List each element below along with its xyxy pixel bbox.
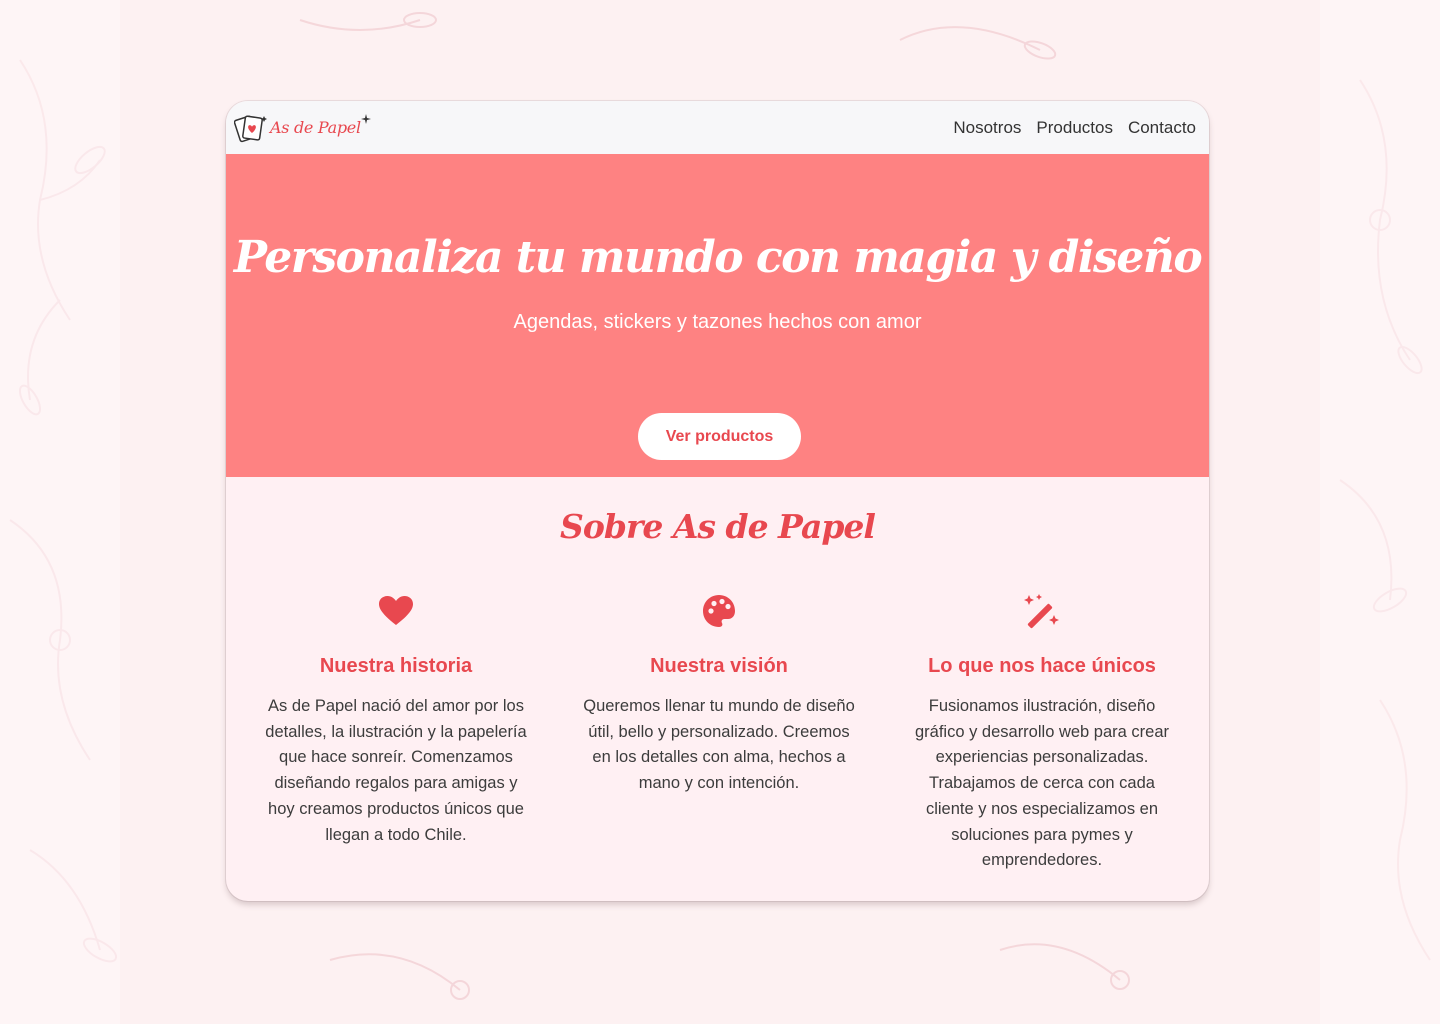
website-preview-card: As de Papel Nosotros Productos Contacto … (226, 101, 1209, 901)
feature-unique: Lo que nos hace únicos Fusionamos ilustr… (906, 591, 1178, 874)
nav-link-productos[interactable]: Productos (1036, 118, 1113, 138)
feature-vision: Nuestra visión Queremos llenar tu mundo … (583, 591, 855, 797)
feature-title: Nuestra historia (319, 655, 473, 677)
nav-link-nosotros[interactable]: Nosotros (953, 118, 1021, 138)
heart-icon (379, 596, 413, 625)
sparkle-icon (360, 113, 371, 124)
nav-link-contacto[interactable]: Contacto (1128, 118, 1196, 138)
feature-text: As de Papel nació del amor por los detal… (265, 697, 527, 844)
hero-subtitle: Agendas, stickers y tazones hechos con a… (513, 311, 922, 333)
feature-text: Fusionamos ilustración, diseño gráfico y… (914, 697, 1170, 870)
about-section: Sobre As de Papel Nuestra historia As de… (226, 477, 1209, 901)
right-background-fade (1320, 0, 1440, 1024)
feature-text: Queremos llenar tu mundo de diseño útil,… (583, 697, 855, 793)
about-title: Sobre As de Papel (560, 507, 876, 546)
magic-wand-icon (1024, 594, 1059, 629)
brand-name: As de Papel (270, 118, 361, 137)
palette-icon (703, 595, 735, 627)
hero-title: Personaliza tu mundo con magia y diseño (233, 232, 1203, 283)
view-products-button[interactable]: Ver productos (638, 413, 801, 460)
top-navbar: As de Papel Nosotros Productos Contacto (226, 101, 1209, 154)
left-background-fade (0, 0, 120, 1024)
feature-title: Nuestra visión (650, 655, 788, 677)
brand-logo[interactable]: As de Papel (234, 101, 371, 154)
nav-links: Nosotros Productos Contacto (953, 118, 1196, 138)
hero-section: Personaliza tu mundo con magia y diseño … (226, 154, 1209, 477)
feature-title: Lo que nos hace únicos (928, 655, 1156, 677)
feature-history: Nuestra historia As de Papel nació del a… (260, 591, 532, 848)
playing-card-heart-icon (234, 115, 267, 142)
